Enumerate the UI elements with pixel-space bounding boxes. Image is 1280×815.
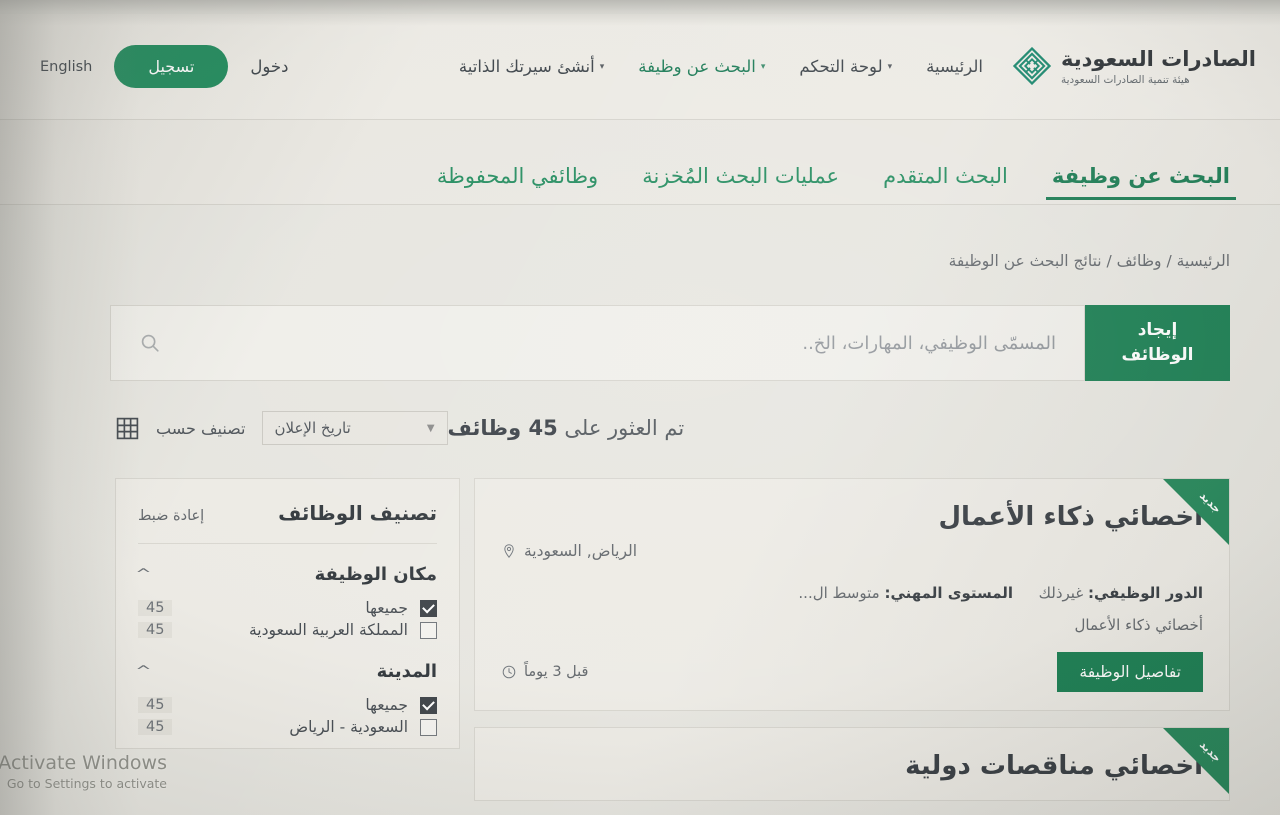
- saudi-exports-diamond-icon: [1012, 47, 1051, 86]
- filter-group-city-title: المدينة: [376, 661, 437, 682]
- grid-view-icon[interactable]: [115, 416, 140, 441]
- site-header: الصادرات السعودية هيئة تنمية الصادرات ال…: [0, 14, 1280, 120]
- sort-dropdown[interactable]: ▼ تاريخ الإعلان: [261, 411, 448, 445]
- filter-checkbox[interactable]: [420, 599, 437, 617]
- job-level-label: المستوى المهني:: [884, 583, 1014, 602]
- job-age: قبل 3 يوماً: [501, 664, 588, 680]
- filter-option-count: 45: [138, 697, 173, 713]
- job-location-label: الرياض, السعودية: [524, 541, 638, 560]
- section-tabs: البحث عن وظيفة البحث المتقدم عمليات البح…: [437, 164, 1237, 204]
- job-card[interactable]: جديد اخصائي ذكاء الأعمال الرياض, السعودي…: [474, 478, 1230, 711]
- job-card-footer: تفاصيل الوظيفة قبل 3 يوماً: [501, 651, 1203, 692]
- filter-option[interactable]: جميعها 45: [138, 694, 437, 716]
- breadcrumb[interactable]: الرئيسية / وظائف / نتائج البحث عن الوظيف…: [949, 252, 1230, 270]
- clock-icon: [502, 665, 516, 678]
- header-actions: دخول تسجيل English: [40, 45, 288, 88]
- filter-checkbox[interactable]: [420, 696, 437, 714]
- job-title[interactable]: اخصائي ذكاء الأعمال: [501, 501, 1203, 534]
- filter-option-label: جميعها: [365, 599, 408, 617]
- tab-saved-jobs[interactable]: وظائفي المحفوظة: [437, 164, 598, 204]
- job-details-button[interactable]: تفاصيل الوظيفة: [1057, 651, 1203, 692]
- nav-item-create-cv-label: أنشئ سيرتك الذاتية: [458, 57, 595, 76]
- job-location: الرياض, السعودية: [501, 542, 1203, 560]
- job-meta: الدور الوظيفي: غيرذلك المستوى المهني: مت…: [501, 584, 1203, 602]
- nav-item-home-label: الرئيسية: [926, 57, 983, 76]
- job-card[interactable]: جديد اخصائي مناقصات دولية: [474, 726, 1230, 801]
- result-count-prefix: تم العثور على: [557, 416, 685, 440]
- page-root: الصادرات السعودية هيئة تنمية الصادرات ال…: [0, 0, 1280, 815]
- filter-reset-link[interactable]: إعادة ضبط: [138, 508, 204, 524]
- result-count-suffix: وظائف: [447, 416, 529, 440]
- filter-option-label: جميعها: [365, 696, 408, 714]
- brand-title: الصادرات السعودية: [1060, 47, 1256, 72]
- filter-option-count: 45: [138, 600, 173, 616]
- job-age-label: قبل 3 يوماً: [524, 663, 589, 680]
- tab-job-search[interactable]: البحث عن وظيفة: [1045, 164, 1237, 204]
- result-count-number: 45: [528, 416, 558, 440]
- filter-group-city: المدينة ^ جميعها 45 السعودية - الرياض 45: [135, 641, 437, 738]
- filter-option[interactable]: المملكة العربية السعودية 45: [138, 619, 437, 641]
- chevron-up-icon: ^: [135, 567, 152, 582]
- search-field[interactable]: [110, 305, 1085, 381]
- job-list: جديد اخصائي ذكاء الأعمال الرياض, السعودي…: [474, 478, 1230, 815]
- result-count: تم العثور على 45 وظائف: [448, 416, 685, 440]
- chevron-down-icon: ▾: [760, 62, 766, 72]
- filter-group-location-header[interactable]: مكان الوظيفة ^: [135, 564, 437, 585]
- nav-item-job-search[interactable]: ▾ البحث عن وظيفة: [638, 57, 765, 76]
- tab-advanced-search[interactable]: البحث المتقدم: [883, 164, 1008, 204]
- filter-option-count: 45: [138, 719, 173, 735]
- nav-item-home[interactable]: الرئيسية: [926, 57, 983, 76]
- filter-option[interactable]: جميعها 45: [138, 597, 437, 619]
- chevron-down-icon: ▾: [887, 62, 893, 72]
- filter-checkbox[interactable]: [420, 718, 437, 736]
- results-toolbar: تم العثور على 45 وظائف ▼ تاريخ الإعلان ت…: [115, 405, 1230, 451]
- filter-option[interactable]: السعودية - الرياض 45: [138, 716, 437, 738]
- filter-option-label: المملكة العربية السعودية: [248, 621, 408, 639]
- job-level-value: متوسط ال...: [798, 583, 880, 602]
- search-input[interactable]: [175, 332, 1056, 354]
- brand-logo[interactable]: الصادرات السعودية هيئة تنمية الصادرات ال…: [1012, 47, 1256, 86]
- job-search-bar: إيجاد الوظائف: [110, 305, 1230, 381]
- section-tabs-bar: البحث عن وظيفة البحث المتقدم عمليات البح…: [0, 120, 1280, 205]
- filter-option-count: 45: [138, 622, 173, 638]
- language-switch[interactable]: English: [40, 59, 92, 75]
- chevron-up-icon: ^: [135, 664, 152, 679]
- job-role-value: غيرذلك: [1038, 583, 1084, 602]
- map-pin-icon: [504, 543, 514, 558]
- tab-saved-searches[interactable]: عمليات البحث المُخزنة: [642, 164, 839, 204]
- nav-item-create-cv[interactable]: ▾ أنشئ سيرتك الذاتية: [459, 57, 604, 76]
- find-jobs-line1: إيجاد: [1137, 320, 1178, 341]
- login-link[interactable]: دخول: [250, 57, 288, 76]
- chevron-down-icon: ▾: [599, 62, 605, 72]
- toolbar-controls: ▼ تاريخ الإعلان تصنيف حسب: [115, 411, 448, 445]
- sort-label: تصنيف حسب: [156, 418, 246, 438]
- sort-selected-value: تاريخ الإعلان: [274, 419, 351, 437]
- find-jobs-line2: الوظائف: [1121, 345, 1194, 365]
- chevron-down-icon: ▼: [426, 423, 435, 434]
- filter-panel-title: تصنيف الوظائف: [278, 501, 437, 525]
- nav-item-dashboard-label: لوحة التحكم: [799, 57, 883, 76]
- filter-group-city-header[interactable]: المدينة ^: [135, 661, 437, 682]
- job-description: أخصائي ذكاء الأعمال: [1074, 615, 1204, 634]
- find-jobs-button[interactable]: إيجاد الوظائف: [1085, 305, 1230, 381]
- register-button[interactable]: تسجيل: [114, 45, 229, 88]
- brand-text: الصادرات السعودية هيئة تنمية الصادرات ال…: [1061, 47, 1256, 85]
- search-icon: [141, 334, 159, 352]
- job-title[interactable]: اخصائي مناقصات دولية: [501, 750, 1203, 783]
- job-filter-panel: تصنيف الوظائف إعادة ضبط مكان الوظيفة ^ ج…: [115, 478, 460, 749]
- nav-item-job-search-label: البحث عن وظيفة: [638, 57, 756, 76]
- results-content: جديد اخصائي ذكاء الأعمال الرياض, السعودي…: [115, 478, 1230, 815]
- filter-panel-header: تصنيف الوظائف إعادة ضبط: [138, 501, 437, 544]
- nav-item-dashboard[interactable]: ▾ لوحة التحكم: [799, 57, 892, 76]
- job-role-label: الدور الوظيفي:: [1087, 583, 1203, 602]
- filter-checkbox[interactable]: [420, 621, 437, 639]
- filter-group-location-title: مكان الوظيفة: [314, 564, 437, 585]
- brand-subtitle: هيئة تنمية الصادرات السعودية: [1060, 73, 1190, 86]
- filter-group-location: مكان الوظيفة ^ جميعها 45 المملكة العربية…: [135, 544, 437, 641]
- filter-option-label: السعودية - الرياض: [289, 718, 408, 736]
- main-navigation: الرئيسية ▾ لوحة التحكم ▾ البحث عن وظيفة …: [459, 57, 983, 76]
